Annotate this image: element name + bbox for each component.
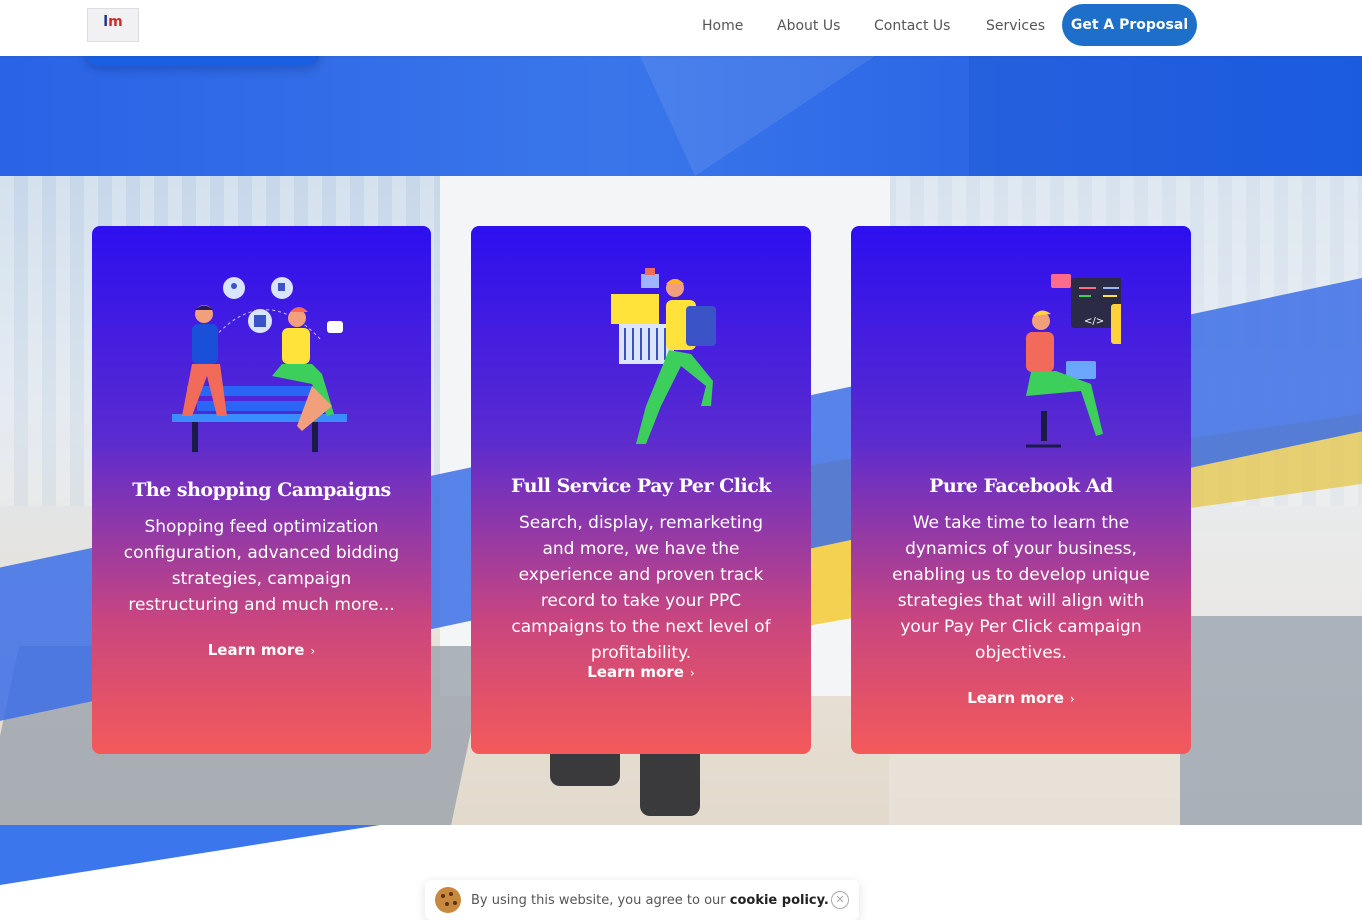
site-header: lm Home About Us Contact Us Services Get…	[0, 0, 1362, 56]
laptop-right	[1180, 616, 1362, 825]
learn-more-link[interactable]: Learn more ›	[471, 663, 811, 681]
card-title: Pure Facebook Ad	[929, 475, 1113, 497]
bottom-blue-wedge	[0, 825, 380, 885]
learn-more-label: Learn more	[967, 689, 1064, 707]
nav-services[interactable]: Services	[986, 18, 1045, 34]
logo-mark: lm	[103, 14, 123, 30]
developer-at-desk-illustration: </>	[1026, 274, 1121, 448]
hero-band	[0, 56, 1362, 176]
cookie-message: By using this website, you agree to our …	[471, 893, 829, 908]
band-facet-right	[969, 56, 1362, 176]
get-proposal-button[interactable]: Get A Proposal	[1062, 4, 1197, 46]
cookie-text: By using this website, you agree to our	[471, 892, 730, 908]
learn-more-label: Learn more	[207, 641, 305, 659]
site-logo[interactable]: lm	[87, 8, 139, 42]
people-on-bench-illustration	[171, 277, 347, 452]
cookie-icon	[435, 887, 461, 913]
chevron-right-icon: ›	[1069, 692, 1075, 706]
svg-text:</>: </>	[1084, 316, 1104, 327]
service-card-shopping: The shopping Campaigns Shopping feed opt…	[92, 226, 431, 754]
learn-more-link[interactable]: Learn more ›	[92, 641, 431, 659]
card-text: Search, display, remarketing and more, w…	[511, 513, 771, 663]
card-text: Shopping feed optimization configuration…	[123, 517, 400, 615]
card-title: The shopping Campaigns	[132, 479, 391, 501]
close-icon[interactable]: ✕	[831, 891, 849, 909]
cookie-consent-bar: By using this website, you agree to our …	[425, 880, 859, 920]
service-card-facebook: </> Pure Facebook Ad We take time to lea…	[851, 226, 1191, 754]
card-title: Full Service Pay Per Click	[511, 475, 771, 497]
delivery-person-illustration	[611, 268, 716, 444]
band-pill-shape	[85, 56, 320, 66]
chevron-right-icon: ›	[689, 666, 695, 680]
band-facet	[640, 56, 875, 176]
nav-home[interactable]: Home	[702, 18, 743, 34]
chevron-right-icon: ›	[310, 644, 316, 658]
nav-about-us[interactable]: About Us	[777, 18, 840, 34]
service-card-ppc: Full Service Pay Per Click Search, displ…	[471, 226, 811, 754]
cookie-policy-link[interactable]: cookie policy.	[730, 893, 829, 908]
card-text: We take time to learn the dynamics of yo…	[892, 513, 1150, 663]
learn-more-label: Learn more	[587, 663, 684, 681]
learn-more-link[interactable]: Learn more ›	[851, 689, 1191, 707]
nav-contact-us[interactable]: Contact Us	[874, 18, 950, 34]
logo-subtext	[112, 29, 113, 35]
